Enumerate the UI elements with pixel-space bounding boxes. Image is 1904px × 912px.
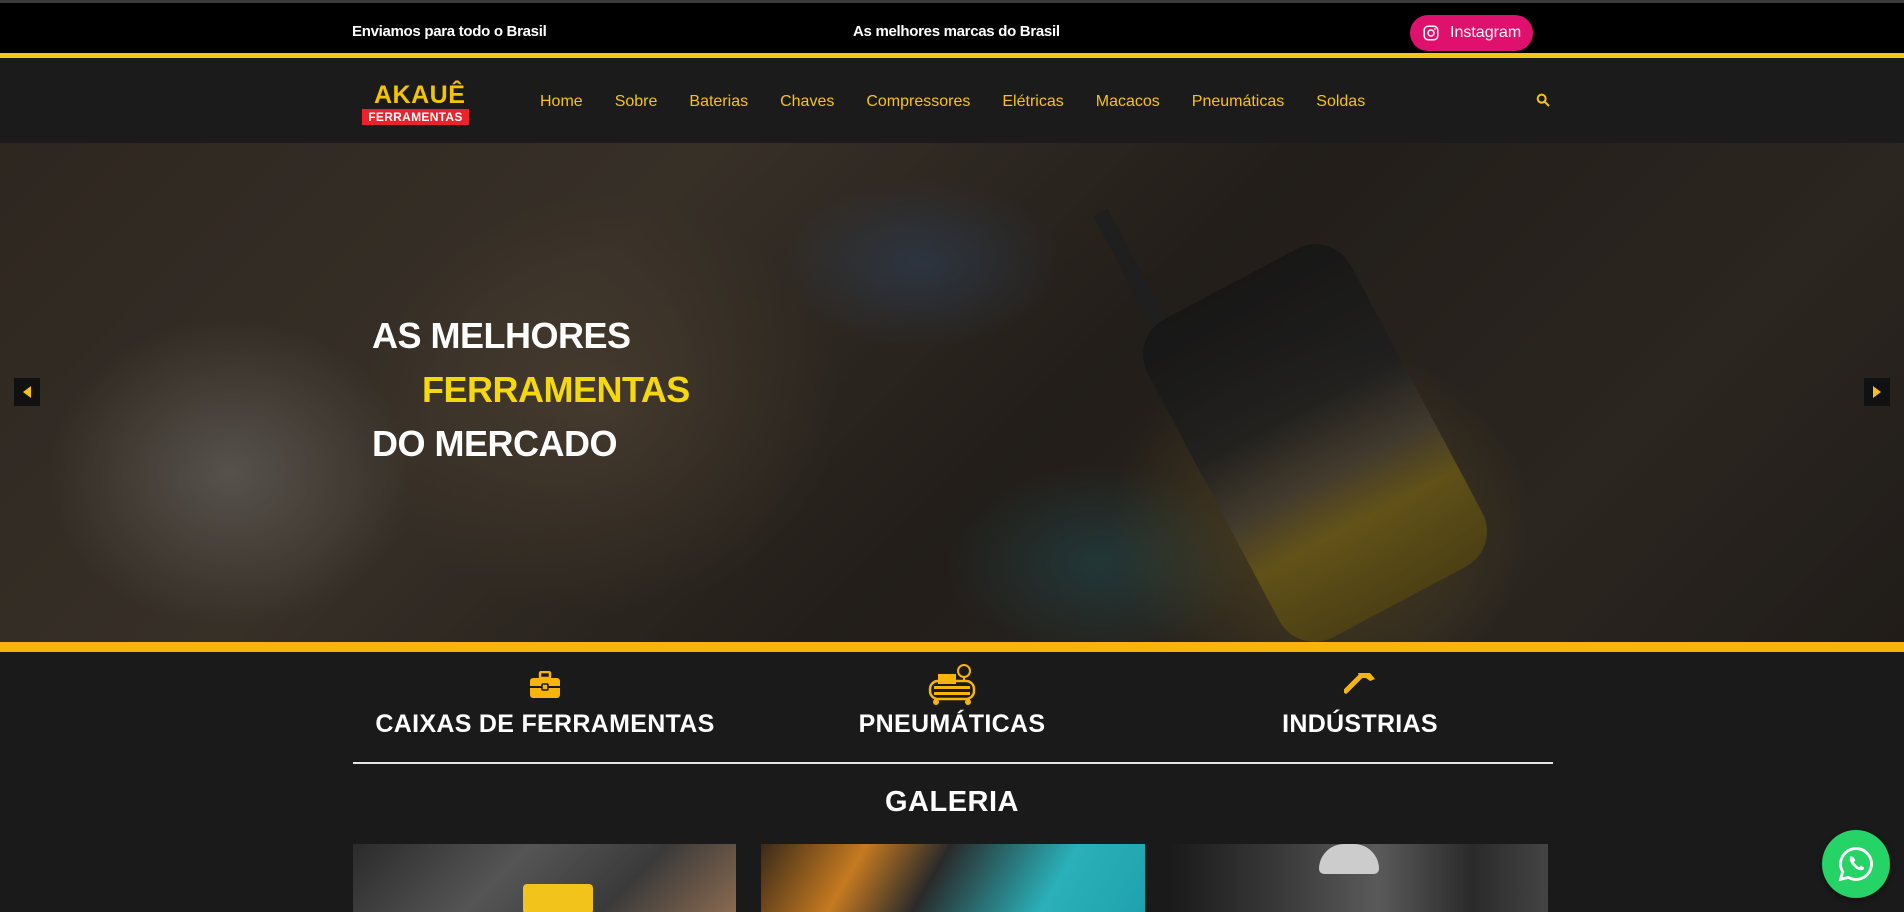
- nav-item-pneumaticas[interactable]: Pneumáticas: [1192, 93, 1285, 111]
- whatsapp-button[interactable]: [1822, 830, 1890, 898]
- logo-name: AKAUÊ: [374, 81, 466, 109]
- compressor-icon: [928, 664, 976, 705]
- feature-caixas-label: CAIXAS DE FERRAMENTAS: [375, 710, 715, 738]
- nav-item-eletricas[interactable]: Elétricas: [1002, 93, 1063, 111]
- section-divider: [353, 762, 1553, 764]
- nav-item-compressores[interactable]: Compressores: [866, 93, 970, 111]
- main-nav: AKAUÊ FERRAMENTAS Home Sobre Baterias Ch…: [0, 63, 1904, 143]
- arrow-left-icon: [23, 386, 31, 398]
- feature-industrias[interactable]: INDÚSTRIAS: [1160, 662, 1560, 739]
- shipping-notice: Enviamos para todo o Brasil: [352, 23, 547, 40]
- slider-prev-button[interactable]: [14, 378, 40, 406]
- instagram-label: Instagram: [1450, 24, 1522, 41]
- hammer-icon: [1344, 673, 1375, 694]
- instagram-icon: [1423, 25, 1439, 41]
- hero-slider: AS MELHORES FERRAMENTAS DO MERCADO: [0, 143, 1904, 642]
- nav-item-soldas[interactable]: Soldas: [1316, 93, 1365, 111]
- nav-item-chaves[interactable]: Chaves: [780, 93, 834, 111]
- nav-menu: Home Sobre Baterias Chaves Compressores …: [540, 93, 1397, 111]
- nav-item-sobre[interactable]: Sobre: [615, 93, 658, 111]
- top-bar: Enviamos para todo o Brasil As melhores …: [0, 0, 1904, 58]
- gallery-image-1[interactable]: [353, 844, 736, 912]
- toolbox-icon: [530, 671, 560, 698]
- nav-item-home[interactable]: Home: [540, 93, 583, 111]
- brands-notice: As melhores marcas do Brasil: [853, 23, 1060, 40]
- slider-next-button[interactable]: [1864, 378, 1890, 406]
- gallery-image-2[interactable]: [761, 844, 1145, 912]
- feature-caixas[interactable]: CAIXAS DE FERRAMENTAS: [345, 662, 745, 739]
- feature-industrias-label: INDÚSTRIAS: [1282, 710, 1438, 738]
- nav-item-macacos[interactable]: Macacos: [1096, 93, 1160, 111]
- arrow-right-icon: [1873, 386, 1881, 398]
- instagram-button[interactable]: Instagram: [1410, 15, 1533, 51]
- gallery-title: GALERIA: [885, 786, 1019, 818]
- gallery-image-3[interactable]: [1169, 844, 1548, 912]
- logo[interactable]: AKAUÊ FERRAMENTAS: [362, 81, 470, 129]
- accent-band: [0, 642, 1904, 652]
- logo-tagline: FERRAMENTAS: [362, 109, 469, 125]
- nav-item-baterias[interactable]: Baterias: [689, 93, 748, 111]
- feature-pneumaticas[interactable]: PNEUMÁTICAS: [752, 662, 1152, 739]
- whatsapp-icon: [1838, 847, 1873, 882]
- hero-line-2: FERRAMENTAS: [422, 369, 690, 410]
- search-icon[interactable]: [1535, 92, 1551, 108]
- feature-pneumaticas-label: PNEUMÁTICAS: [858, 710, 1046, 738]
- hero-line-1: AS MELHORES: [372, 315, 631, 356]
- hero-line-3: DO MERCADO: [372, 423, 618, 464]
